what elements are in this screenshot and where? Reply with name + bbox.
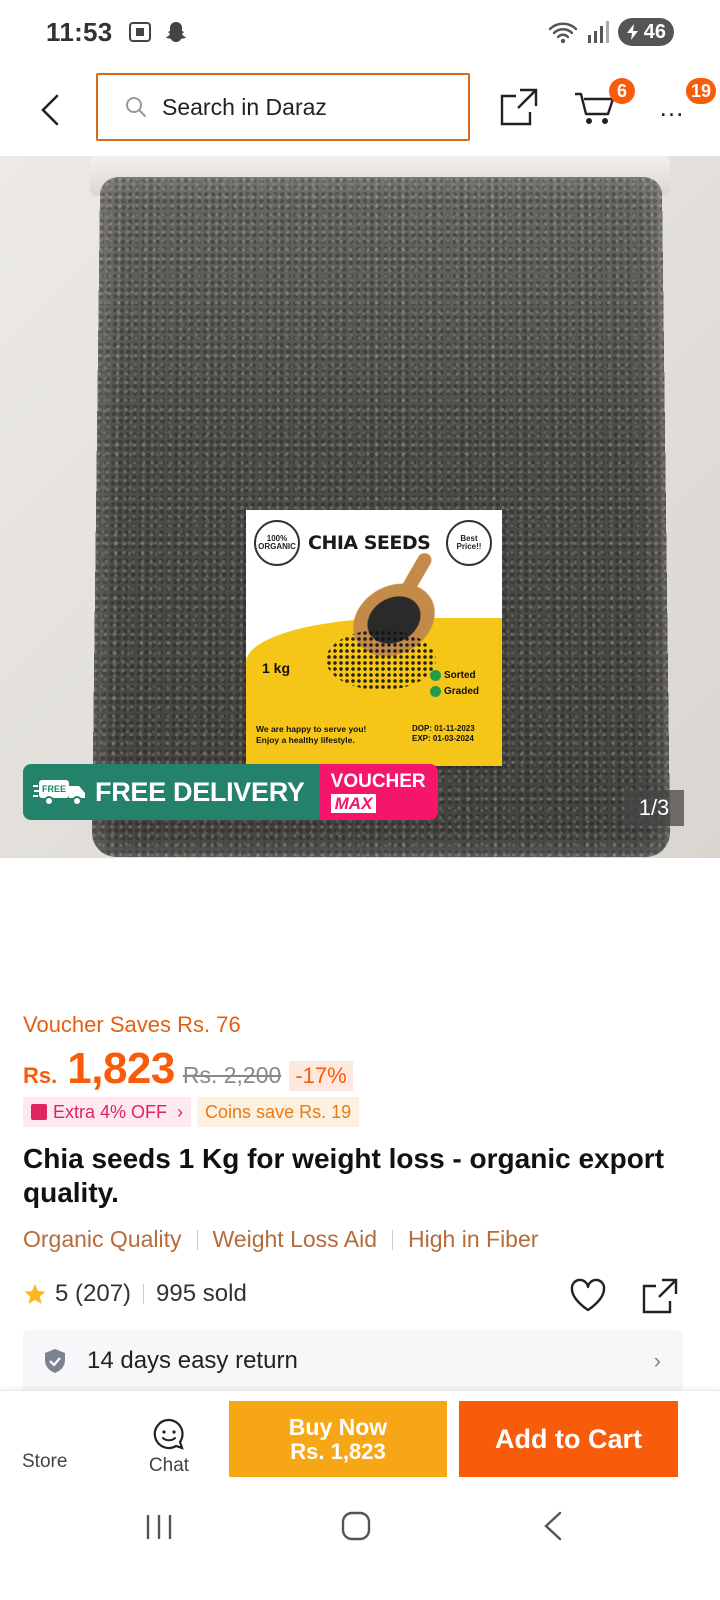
feature-tag: Weight Loss Aid: [212, 1226, 378, 1252]
nav-back-icon[interactable]: [540, 1510, 568, 1542]
signal-icon: [587, 21, 609, 43]
share-icon: [642, 1278, 678, 1314]
add-to-cart-button[interactable]: Add to Cart: [459, 1401, 678, 1477]
feature-tag: Organic Quality: [23, 1226, 182, 1252]
share-icon: [500, 88, 538, 126]
divider: [196, 1229, 198, 1250]
store-button[interactable]: Store: [22, 1451, 67, 1473]
rating-value: 5 (207): [55, 1280, 132, 1307]
label-weight: 1 kg: [262, 660, 291, 676]
product-image[interactable]: 100% ORGANIC CHIA SEEDS Best Price!! 1 k…: [0, 156, 720, 858]
buy-now-label: Buy Now: [288, 1414, 388, 1441]
chat-label: Chat: [148, 1455, 190, 1476]
image-counter: 1/3: [624, 790, 684, 826]
back-button[interactable]: [30, 90, 70, 130]
label-footer-left: We are happy to serve you! Enjoy a healt…: [256, 724, 367, 745]
chat-icon: [153, 1418, 184, 1450]
app-header: Search in Daraz 6 … 19: [0, 64, 720, 156]
feature-tags: Organic Quality Weight Loss Aid High in …: [23, 1226, 538, 1253]
price-row: Rs. 1,823 Rs. 2,200 -17%: [23, 1044, 353, 1094]
recent-apps-icon[interactable]: [144, 1512, 174, 1542]
cart-badge: 6: [609, 78, 635, 104]
graded-check: Graded: [430, 686, 479, 697]
chat-button[interactable]: Chat: [140, 1417, 198, 1477]
buy-now-button[interactable]: Buy Now Rs. 1,823: [229, 1401, 447, 1477]
check-icon: [430, 686, 441, 697]
promo-banner: FREE FREE DELIVERY VOUCHER MAX: [23, 764, 438, 820]
product-label: 100% ORGANIC CHIA SEEDS Best Price!! 1 k…: [246, 510, 502, 766]
tag-icon: [31, 1104, 47, 1120]
heart-icon: [570, 1278, 606, 1312]
home-icon[interactable]: [340, 1510, 372, 1542]
system-nav-bar: [0, 1492, 720, 1600]
promo-chips: Extra 4% OFF › Coins save Rs. 19: [23, 1097, 360, 1127]
svg-text:FREE: FREE: [42, 784, 66, 794]
free-delivery-text: FREE DELIVERY: [95, 776, 305, 807]
label-footer-right: DOP: 01-11-2023 EXP: 01-03-2024: [412, 724, 475, 743]
coins-save-chip: Coins save Rs. 19: [197, 1097, 360, 1127]
search-input[interactable]: Search in Daraz: [96, 73, 470, 141]
return-policy-text: 14 days easy return: [87, 1347, 298, 1374]
delivery-truck-icon: FREE: [33, 780, 85, 806]
screenshot-icon: [128, 22, 151, 42]
price-value: 1,823: [67, 1044, 175, 1093]
wishlist-button[interactable]: [568, 1276, 608, 1316]
battery-indicator: 46: [617, 18, 674, 46]
status-right: 46: [548, 18, 674, 46]
voucher-max-badge: VOUCHER MAX: [318, 764, 438, 820]
share-button[interactable]: [496, 84, 542, 130]
search-placeholder: Search in Daraz: [162, 93, 327, 120]
snapchat-icon: [165, 22, 186, 42]
voucher-saves: Voucher Saves Rs. 76: [23, 1012, 241, 1037]
rating-row[interactable]: 5 (207) 995 sold: [23, 1280, 247, 1308]
organic-seal: 100% ORGANIC: [254, 520, 300, 566]
charging-icon: [626, 24, 638, 40]
divider: [143, 1284, 145, 1304]
sold-count: 995 sold: [156, 1280, 247, 1307]
shield-check-icon: [45, 1349, 65, 1373]
feature-tag: High in Fiber: [408, 1226, 539, 1252]
original-price: Rs. 2,200: [182, 1062, 282, 1088]
chevron-right-icon: ›: [653, 1348, 661, 1373]
product-title: Chia seeds 1 Kg for weight loss - organi…: [23, 1143, 665, 1208]
discount-badge: -17%: [289, 1061, 353, 1091]
search-icon: [126, 97, 146, 117]
free-delivery-badge: FREE FREE DELIVERY: [23, 764, 319, 820]
battery-level: 46: [643, 20, 666, 43]
more-badge: 19: [686, 78, 717, 104]
star-icon: [24, 1284, 46, 1304]
bottom-action-bar: Store Chat Buy Now Rs. 1,823 Add to Cart: [0, 1390, 720, 1492]
seeds-illustration: [326, 630, 436, 690]
more-icon: …: [658, 91, 686, 122]
share-product-button[interactable]: [640, 1276, 680, 1316]
divider: [392, 1229, 394, 1250]
chevron-left-icon: [41, 94, 59, 126]
wifi-icon: [548, 22, 577, 44]
chevron-right-icon: ›: [177, 1101, 184, 1122]
sorted-check: Sorted: [430, 670, 476, 681]
check-icon: [430, 670, 441, 681]
status-bar: 11:53 46: [0, 0, 720, 64]
status-time: 11:53: [46, 16, 113, 47]
return-policy-row[interactable]: 14 days easy return ›: [23, 1330, 683, 1392]
label-title: CHIA SEEDS: [308, 532, 431, 554]
price-currency: Rs.: [23, 1063, 58, 1088]
best-price-seal: Best Price!!: [446, 520, 492, 566]
extra-off-chip[interactable]: Extra 4% OFF ›: [23, 1097, 192, 1127]
buy-now-price: Rs. 1,823: [290, 1438, 386, 1464]
status-icons-left: [127, 19, 189, 45]
